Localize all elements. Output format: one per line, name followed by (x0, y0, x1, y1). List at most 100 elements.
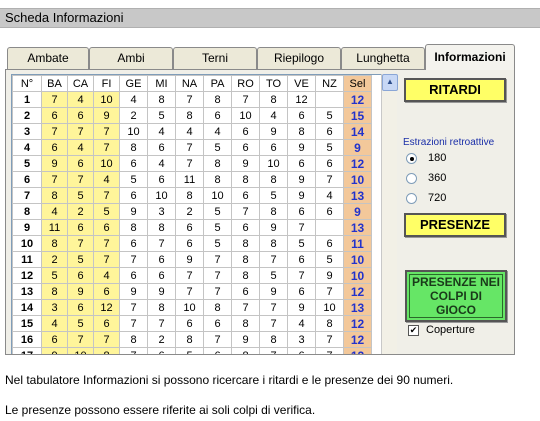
grid-cell[interactable]: 6 (203, 107, 232, 124)
sel-cell[interactable]: 14 (343, 123, 372, 140)
grid-cell[interactable]: 9 (287, 171, 316, 188)
grid-cell[interactable]: 7 (231, 91, 260, 108)
grid-cell[interactable]: 8 (203, 299, 232, 316)
row-number-cell[interactable]: 7 (12, 187, 42, 204)
grid-cell[interactable]: 6 (287, 107, 316, 124)
grid-cell[interactable]: 6 (231, 123, 260, 140)
grid-cell[interactable]: 10 (259, 155, 288, 172)
grid-cell[interactable]: 2 (67, 203, 94, 220)
grid-cell[interactable]: 10 (93, 155, 120, 172)
grid-cell[interactable]: 6 (119, 235, 148, 252)
grid-cell[interactable]: 7 (175, 267, 204, 284)
grid-cell[interactable]: 6 (287, 251, 316, 268)
grid-cell[interactable] (315, 91, 344, 108)
grid-cell[interactable]: 11 (175, 171, 204, 188)
grid-cell[interactable]: 8 (175, 187, 204, 204)
presenze-button[interactable]: PRESENZE (404, 213, 506, 237)
grid-cell[interactable]: 12 (287, 91, 316, 108)
grid-cell[interactable]: 9 (67, 283, 94, 300)
grid-cell[interactable]: 8 (203, 91, 232, 108)
grid-cell[interactable]: 7 (93, 187, 120, 204)
row-number-cell[interactable]: 14 (12, 299, 42, 316)
grid-cell[interactable]: 7 (93, 139, 120, 156)
grid-cell[interactable]: 6 (41, 331, 68, 348)
grid-cell[interactable]: 7 (231, 299, 260, 316)
grid-cell[interactable]: 7 (315, 171, 344, 188)
grid-cell[interactable]: 2 (119, 107, 148, 124)
grid-cell[interactable]: 3 (147, 203, 176, 220)
grid-cell[interactable]: 7 (175, 283, 204, 300)
grid-cell[interactable]: 5 (175, 347, 204, 354)
grid-cell[interactable]: 2 (175, 203, 204, 220)
grid-cell[interactable]: 7 (41, 123, 68, 140)
sel-cell[interactable]: 12 (343, 347, 372, 354)
grid-cell[interactable]: 6 (119, 155, 148, 172)
grid-cell[interactable]: 10 (119, 123, 148, 140)
grid-cell[interactable]: 8 (203, 171, 232, 188)
grid-cell[interactable]: 4 (147, 155, 176, 172)
grid-cell[interactable]: 8 (231, 251, 260, 268)
grid-cell[interactable]: 9 (119, 203, 148, 220)
grid-cell[interactable]: 7 (231, 203, 260, 220)
grid-cell[interactable]: 8 (231, 267, 260, 284)
grid-cell[interactable]: 6 (203, 347, 232, 354)
grid-cell[interactable]: 7 (93, 123, 120, 140)
sel-cell[interactable]: 10 (343, 171, 372, 188)
grid-cell[interactable]: 4 (93, 267, 120, 284)
grid-cell[interactable]: 8 (231, 171, 260, 188)
grid-cell[interactable]: 11 (41, 219, 68, 236)
sel-cell[interactable]: 12 (343, 283, 372, 300)
grid-cell[interactable]: 8 (41, 187, 68, 204)
row-number-cell[interactable]: 13 (12, 283, 42, 300)
grid-cell[interactable]: 9 (287, 299, 316, 316)
sel-cell[interactable]: 15 (343, 107, 372, 124)
grid-cell[interactable]: 7 (175, 155, 204, 172)
grid-cell[interactable]: 4 (287, 315, 316, 332)
grid-cell[interactable]: 4 (67, 139, 94, 156)
grid-cell[interactable]: 8 (147, 91, 176, 108)
grid-cell[interactable]: 8 (259, 91, 288, 108)
grid-cell[interactable]: 8 (231, 315, 260, 332)
grid-cell[interactable]: 8 (93, 347, 120, 354)
grid-cell[interactable]: 4 (41, 203, 68, 220)
sel-cell[interactable]: 9 (343, 139, 372, 156)
grid-cell[interactable]: 9 (231, 155, 260, 172)
grid-cell[interactable]: 2 (41, 251, 68, 268)
grid-cell[interactable]: 9 (259, 283, 288, 300)
grid-cell[interactable]: 8 (259, 235, 288, 252)
grid-cell[interactable]: 6 (259, 139, 288, 156)
grid-cell[interactable]: 10 (147, 187, 176, 204)
grid-cell[interactable]: 8 (203, 155, 232, 172)
grid-cell[interactable]: 10 (67, 347, 94, 354)
sel-cell[interactable]: 12 (343, 155, 372, 172)
grid-cell[interactable]: 6 (147, 267, 176, 284)
sel-cell[interactable]: 13 (343, 187, 372, 204)
grid-cell[interactable]: 6 (93, 219, 120, 236)
grid-cell[interactable]: 7 (203, 251, 232, 268)
row-number-cell[interactable]: 2 (12, 107, 42, 124)
grid-cell[interactable]: 8 (175, 331, 204, 348)
grid-cell[interactable]: 7 (41, 171, 68, 188)
grid-cell[interactable]: 7 (259, 299, 288, 316)
grid-cell[interactable]: 5 (93, 203, 120, 220)
grid-cell[interactable]: 6 (315, 155, 344, 172)
grid-cell[interactable]: 5 (203, 139, 232, 156)
grid-cell[interactable]: 10 (231, 107, 260, 124)
grid-cell[interactable]: 7 (287, 267, 316, 284)
grid-vertical-scrollbar[interactable]: ▲ (381, 74, 398, 354)
grid-cell[interactable]: 7 (315, 331, 344, 348)
grid-cell[interactable]: 7 (259, 347, 288, 354)
grid-cell[interactable]: 6 (315, 235, 344, 252)
row-number-cell[interactable]: 3 (12, 123, 42, 140)
row-number-cell[interactable]: 17 (12, 347, 42, 354)
grid-cell[interactable]: 7 (119, 315, 148, 332)
grid-cell[interactable]: 8 (119, 331, 148, 348)
grid-cell[interactable]: 8 (41, 235, 68, 252)
grid-cell[interactable]: 6 (93, 315, 120, 332)
grid-cell[interactable]: 9 (147, 283, 176, 300)
grid-cell[interactable]: 7 (93, 235, 120, 252)
grid-cell[interactable]: 6 (93, 283, 120, 300)
grid-cell[interactable]: 4 (259, 107, 288, 124)
grid-cell[interactable]: 8 (119, 219, 148, 236)
grid-cell[interactable]: 6 (119, 187, 148, 204)
